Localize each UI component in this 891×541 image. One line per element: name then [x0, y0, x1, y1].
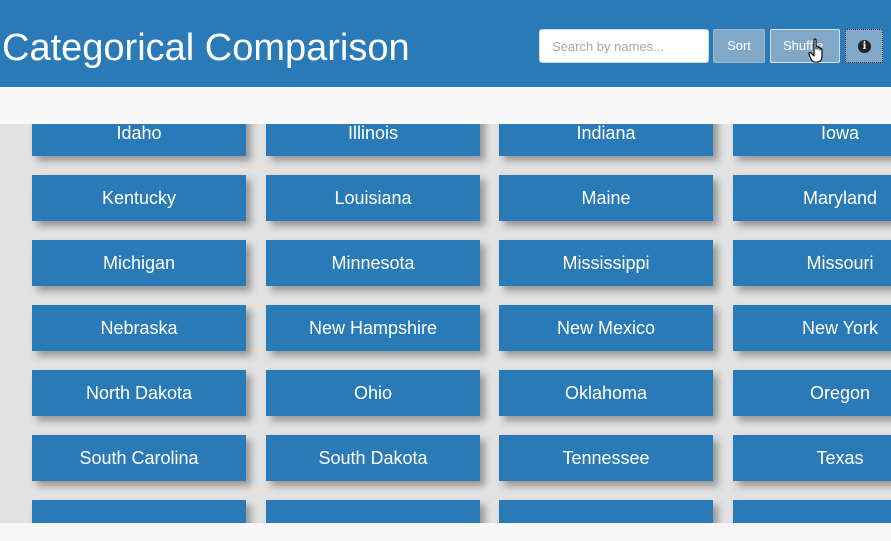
- category-card[interactable]: Maine: [499, 175, 713, 221]
- category-card[interactable]: Idaho: [32, 124, 246, 156]
- category-card[interactable]: Ohio: [266, 370, 480, 416]
- category-card[interactable]: Kentucky: [32, 175, 246, 221]
- category-card[interactable]: Oregon: [733, 370, 891, 416]
- category-card[interactable]: [32, 500, 246, 523]
- app-window: Categorical Comparison Sort Shuffle i Id…: [0, 0, 891, 541]
- category-card[interactable]: Tennessee: [499, 435, 713, 481]
- category-card[interactable]: Maryland: [733, 175, 891, 221]
- info-button[interactable]: i: [845, 29, 883, 63]
- header-bar: Categorical Comparison Sort Shuffle i: [0, 0, 891, 87]
- category-card[interactable]: Iowa: [733, 124, 891, 156]
- toolbar-strip: [0, 87, 891, 124]
- category-card[interactable]: Oklahoma: [499, 370, 713, 416]
- category-card[interactable]: Indiana: [499, 124, 713, 156]
- category-card[interactable]: Texas: [733, 435, 891, 481]
- category-card[interactable]: [499, 500, 713, 523]
- category-card[interactable]: Michigan: [32, 240, 246, 286]
- search-input[interactable]: [539, 29, 709, 63]
- sort-button[interactable]: Sort: [713, 29, 765, 63]
- category-card[interactable]: New Mexico: [499, 305, 713, 351]
- page-title: Categorical Comparison: [2, 27, 410, 69]
- category-card[interactable]: Nebraska: [32, 305, 246, 351]
- footer-strip: [0, 523, 891, 541]
- category-card[interactable]: Louisiana: [266, 175, 480, 221]
- category-card[interactable]: Illinois: [266, 124, 480, 156]
- category-card[interactable]: Mississippi: [499, 240, 713, 286]
- category-card[interactable]: New Hampshire: [266, 305, 480, 351]
- card-grid: Idaho Illinois Indiana Iowa Kentucky Louisian…: [0, 124, 891, 523]
- category-card[interactable]: North Dakota: [32, 370, 246, 416]
- category-card[interactable]: New York: [733, 305, 891, 351]
- category-card[interactable]: Missouri: [733, 240, 891, 286]
- category-card[interactable]: [266, 500, 480, 523]
- category-card[interactable]: South Carolina: [32, 435, 246, 481]
- category-card[interactable]: [733, 500, 891, 523]
- shuffle-button[interactable]: Shuffle: [770, 29, 840, 63]
- category-card[interactable]: South Dakota: [266, 435, 480, 481]
- info-icon: i: [858, 40, 871, 53]
- category-card[interactable]: Minnesota: [266, 240, 480, 286]
